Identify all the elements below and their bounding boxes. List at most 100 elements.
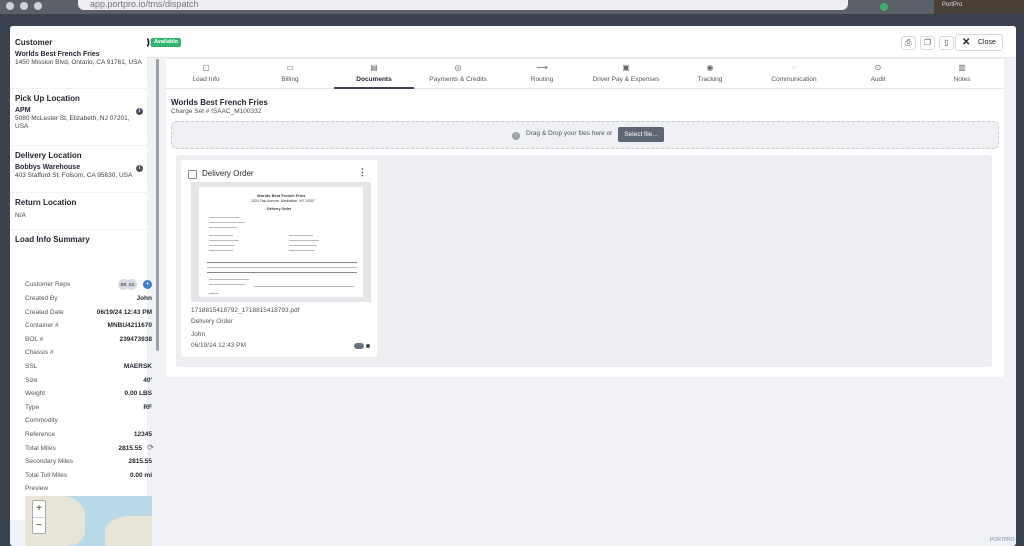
tab-label: Payments & Credits [429, 76, 487, 83]
status-dot-icon [366, 344, 370, 348]
summary-key: Container # [25, 322, 59, 330]
summary-key: Created By [25, 295, 58, 302]
summary-row: Created Date 06/19/24 12:43 PM [25, 306, 152, 319]
dropzone-text: Drag & Drop your files here or [526, 130, 613, 137]
close-button[interactable]: ✕ Close [955, 34, 1003, 51]
delivery-card: Delivery Location Bobbys Warehouse i 403… [10, 146, 147, 192]
tab-driver-pay-expenses[interactable]: ▣ Driver Pay & Expenses [584, 59, 668, 89]
summary-key: Total Toll Miles [25, 471, 68, 479]
tab-bar: ▢ Load Info ▭ Billing ▤ Documents ◎ Payments & … [166, 59, 1004, 89]
pickup-name[interactable]: APM [15, 107, 142, 114]
document-card[interactable]: Delivery Order ⋮ Worlds Best French Frie… [181, 160, 377, 357]
tab-documents[interactable]: ▤ Documents [332, 59, 416, 89]
summary-key: Reference [25, 431, 55, 438]
address-bar[interactable]: app.portpro.io/tms/dispatch [78, 0, 848, 10]
zoom-in-button[interactable]: + [33, 501, 45, 517]
billing-icon: ▭ [286, 63, 294, 72]
copy-icon[interactable]: ❐ [920, 36, 935, 50]
tab-communication[interactable]: ◌ Communication [752, 59, 836, 89]
summary-value: 239473938 [119, 335, 152, 343]
notes-icon: ▥ [958, 63, 966, 72]
tracking-icon: ◉ [706, 63, 714, 72]
tab-label: Documents [356, 76, 392, 83]
tab-tracking[interactable]: ◉ Tracking [668, 59, 752, 89]
tab-label: Driver Pay & Expenses [592, 76, 660, 83]
more-options-icon[interactable]: ⋮ [358, 167, 367, 178]
document-type: Delivery Order [191, 318, 233, 325]
summary-row: Secondary Miles 2815.55 [25, 455, 152, 468]
avatar[interactable]: SS [126, 279, 137, 290]
payments-credits-icon: ◎ [454, 63, 462, 72]
summary-value: MNBU4211670 [107, 322, 152, 330]
pickup-info-icon[interactable]: i [136, 108, 143, 115]
preview-company: Worlds Best French Fries [257, 193, 306, 198]
summary-key: Created Date [25, 308, 64, 316]
preview-address: 2024 Oak Avenue, Manhattan, NY 10007 [251, 199, 315, 203]
tab-routing[interactable]: ⟿ Routing [500, 59, 584, 89]
tab-audit[interactable]: ⊙ Audit [836, 59, 920, 89]
select-file-button[interactable]: Select file... [618, 127, 664, 142]
summary-value: 2815.55 [118, 444, 143, 452]
summary-value: 40' [143, 376, 152, 384]
summary-key: BOL # [25, 335, 44, 343]
summary-key: Preview [25, 485, 49, 493]
summary-key: Chassis # [25, 349, 54, 357]
tab-label: Notes [953, 76, 971, 83]
clipboard-icon[interactable]: ▯ [939, 36, 954, 50]
reload-icon[interactable] [34, 2, 42, 10]
tab-payments-credits[interactable]: ◎ Payments & Credits [416, 59, 500, 89]
summary-key: Type [25, 403, 40, 411]
file-dropzone[interactable]: ↑ Drag & Drop your files here or Select … [171, 121, 999, 149]
print-icon[interactable]: ⎙ [901, 36, 916, 50]
extension-icon[interactable] [880, 3, 888, 11]
zoom-out-button[interactable]: − [33, 517, 45, 533]
tab-label: Routing [530, 76, 554, 83]
charge-set: Charge Set # ISAAC_M100332 [171, 108, 262, 115]
delivery-info-icon[interactable]: i [136, 165, 143, 172]
summary-value: 12345 [133, 431, 152, 438]
pickup-address: 5080 McLester St, Elizabeth, NJ 07201, U… [15, 115, 130, 130]
summary-row: Reference 12345 [25, 428, 152, 441]
documents-icon: ▤ [370, 63, 378, 72]
user-label: PortPro [942, 2, 963, 8]
return-value: N/A [15, 212, 26, 219]
refresh-icon[interactable]: ⟳ [147, 443, 154, 452]
document-customer-title: Worlds Best French Fries [171, 98, 268, 107]
tab-label: Billing [281, 76, 299, 83]
tab-load-info[interactable]: ▢ Load Info [164, 59, 248, 89]
document-preview[interactable]: Worlds Best French Fries 2024 Oak Avenue… [191, 182, 371, 302]
document-filename[interactable]: 1718815418792_1718815418793.pdf [191, 307, 299, 314]
summary-title: Load Info Summary [15, 235, 90, 244]
tab-notes[interactable]: ▥ Notes [920, 59, 1004, 89]
summary-value: John [136, 295, 152, 302]
summary-key: Secondary Miles [25, 458, 74, 466]
visibility-toggle[interactable] [354, 343, 364, 349]
summary-key: Weight [25, 390, 46, 398]
tab-label: Audit [870, 76, 886, 83]
sidebar-scrollbar[interactable] [156, 59, 159, 351]
add-rep-button[interactable]: + [143, 280, 152, 289]
summary-key: Customer Reps [25, 281, 71, 288]
summary-value: 0.00 LBS [124, 390, 152, 398]
status-badge: Available [151, 38, 181, 47]
tab-billing[interactable]: ▭ Billing [248, 59, 332, 89]
upload-icon: ↑ [512, 132, 520, 140]
customer-name[interactable]: Worlds Best French Fries [15, 51, 142, 58]
documents-grid: Delivery Order ⋮ Worlds Best French Frie… [176, 155, 992, 367]
summary-row: Type RF [25, 401, 152, 414]
document-checkbox[interactable] [188, 170, 197, 179]
delivery-name[interactable]: Bobbys Warehouse [15, 164, 142, 171]
summary-key: SSL [25, 363, 38, 370]
pickup-card: Pick Up Location APM i 5080 McLester St,… [10, 89, 147, 145]
customer-card: Customer Worlds Best French Fries 1450 M… [10, 33, 147, 88]
brand-logo: PORTPRO [990, 537, 1015, 543]
summary-key: Total Miles [25, 444, 56, 452]
summary-key: Commodity [25, 417, 58, 425]
load-info-icon: ▢ [202, 63, 210, 72]
map-zoom-control: + − [32, 500, 46, 534]
forward-icon[interactable] [20, 2, 28, 10]
pickup-title: Pick Up Location [15, 94, 80, 103]
back-icon[interactable] [6, 2, 14, 10]
tab-label: Tracking [697, 76, 723, 83]
summary-row: Weight 0.00 LBS [25, 387, 152, 400]
